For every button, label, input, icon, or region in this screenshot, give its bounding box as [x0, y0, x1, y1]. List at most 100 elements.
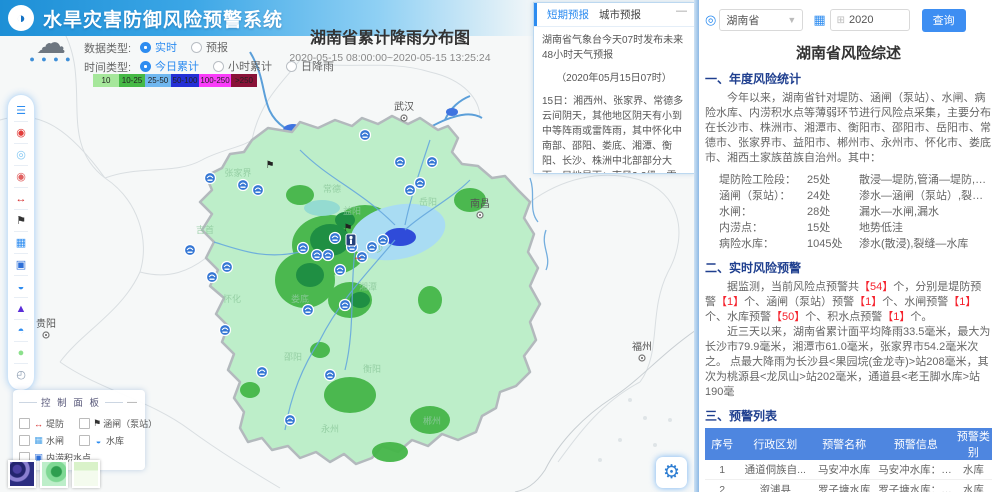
radio-time-type-1[interactable]: 小时累计 [213, 58, 272, 74]
reservoir-marker-icon[interactable] [257, 367, 268, 378]
stat-label: 病险水库： [705, 236, 807, 252]
checkbox[interactable] [19, 435, 30, 446]
radio-time-type-2[interactable]: 日降雨 [286, 58, 334, 74]
dike-icon[interactable]: ↔ [8, 188, 34, 209]
radio-icon [191, 42, 202, 53]
reservoir-marker-icon[interactable] [205, 173, 216, 184]
region-select[interactable]: 湖南省 ▼ [719, 9, 803, 31]
reservoir-marker-icon[interactable] [312, 250, 323, 261]
svg-text:武汉: 武汉 [394, 100, 414, 113]
table-cell: 2 [705, 480, 739, 492]
collapse-panel-button[interactable]: — [127, 397, 139, 408]
sluice-icon: ▦ [33, 435, 44, 446]
layer-toggle-dike[interactable]: ↔堤防 [19, 417, 79, 430]
checkbox[interactable] [79, 418, 90, 429]
layers-icon[interactable]: ☰ [8, 100, 34, 121]
year-input[interactable]: ⊞ 2020 [830, 9, 910, 31]
dike-icon: ↔ [33, 419, 44, 429]
collapse-forecast-button[interactable]: — [676, 5, 687, 17]
settings-gear-button[interactable]: ⚙ [656, 457, 687, 488]
radio-icon [140, 61, 151, 72]
layer-toggle-culvert-pump[interactable]: ⚑涵闸（泵站） [79, 417, 139, 430]
reservoir-icon[interactable]: ◒ [8, 276, 34, 297]
radio-time-type-0[interactable]: 今日累计 [140, 58, 199, 74]
paragraph-text: 个、积水点预警 [805, 311, 882, 323]
triangle-icon[interactable]: ▲ [8, 298, 34, 319]
active-tab-accent [534, 3, 537, 26]
map-canvas[interactable]: 张家界常德岳阳吉首益阳长沙娄底怀化湘潭邵阳衡阳永州郴州 ⚑⚑↔ 武汉重庆贵阳南昌… [0, 0, 696, 492]
region-label: 吉首 [196, 224, 214, 235]
alarm-icon[interactable]: ◉ [8, 122, 34, 143]
basemap-thumb-light[interactable] [72, 460, 100, 488]
reservoir-marker-icon[interactable] [185, 245, 196, 256]
layer-label: 堤防 [46, 417, 64, 430]
warning-count: 【50】 [771, 311, 805, 323]
waterlogging-icon[interactable]: ▣ [8, 254, 34, 275]
reservoir-marker-icon[interactable] [298, 243, 309, 254]
green-dot-icon[interactable]: ● [8, 342, 34, 363]
reservoir-marker-icon[interactable] [303, 305, 314, 316]
reservoir-marker-icon[interactable] [378, 235, 389, 246]
paragraph-text: 个、水库预警 [705, 311, 771, 323]
paragraph-text: 个、涵闸（泵站）预警 [744, 296, 854, 308]
table-cell: 水库 [955, 480, 992, 492]
clock-icon[interactable]: ◴ [8, 364, 34, 385]
stat-desc: 渗水(散浸),裂缝—水库 [859, 236, 992, 252]
radio-data-type-0[interactable]: 实时 [140, 39, 177, 55]
forecast-line: （2020年05月15日07时） [542, 71, 686, 86]
reservoir-marker-icon[interactable] [253, 185, 264, 196]
flag-icon[interactable]: ⚑ [8, 210, 34, 231]
table-row[interactable]: 1通道侗族自...马安冲水库马安冲水库：2020-...水库 [705, 460, 992, 480]
forecast-tabs: 短期预报 城市预报 — [534, 3, 694, 27]
stat-row: 堤防险工险段：25处散浸—堤防,管涌—堤防,滑坡—堤防,... [705, 172, 992, 188]
circle-ring-icon[interactable]: ◎ [8, 144, 34, 165]
table-header-cell: 预警信息 [877, 428, 954, 460]
layer-toggle-reservoir[interactable]: ◒水库 [79, 434, 139, 447]
reservoir-marker-icon[interactable] [340, 300, 351, 311]
control-panel-title: 控 制 面 板 [41, 395, 101, 409]
table-header-cell: 行政区划 [739, 428, 811, 460]
query-controls: ◎ 湖南省 ▼ ▦ ⊞ 2020 查询 [705, 8, 992, 32]
legend-segment: 25-50 [145, 74, 171, 87]
paragraph-text: 个。 [910, 311, 932, 323]
reservoir-marker-icon[interactable] [415, 178, 426, 189]
sluice-icon[interactable]: ▦ [8, 232, 34, 253]
reservoir-marker-icon[interactable] [323, 250, 334, 261]
flag-marker-icon[interactable]: ⚑ [344, 223, 353, 234]
flag-marker-icon[interactable]: ⚑ [266, 160, 275, 171]
reservoir-marker-icon[interactable] [360, 130, 371, 141]
reservoir-marker-icon[interactable] [207, 272, 218, 283]
layer-toggle-sluice[interactable]: ▦水闸 [19, 434, 79, 447]
chevron-down-icon: ▼ [787, 15, 796, 25]
reservoir-marker-icon[interactable] [405, 185, 416, 196]
reservoir-marker-icon[interactable] [220, 325, 231, 336]
reservoir-marker-icon[interactable] [222, 262, 233, 273]
table-cell: 通道侗族自... [739, 460, 811, 480]
basemap-thumb-dark[interactable] [8, 460, 36, 488]
checkbox[interactable] [79, 435, 90, 446]
waterlogging-marker-icon[interactable] [346, 234, 356, 246]
half-circle-icon[interactable]: ◓ [8, 320, 34, 341]
query-button[interactable]: 查询 [922, 9, 966, 32]
table-row[interactable]: 2溆浦县罗子塘水库罗子塘水库：2020-...水库 [705, 480, 992, 492]
region-label: 张家界 [224, 167, 251, 178]
basemap-thumb-green[interactable] [40, 460, 68, 488]
reservoir-marker-icon[interactable] [330, 233, 341, 244]
dike-marker-icon[interactable]: ↔ [353, 252, 363, 263]
radio-data-type-1[interactable]: 预报 [191, 39, 228, 55]
tab-city-forecast[interactable]: 城市预报 [599, 7, 641, 22]
stat-row: 涵闸（泵站）：24处渗水—涵闸（泵站）,裂缝—涵闸（... [705, 188, 992, 204]
app-title: 水旱灾害防御风险预警系统 [43, 5, 283, 32]
reservoir-marker-icon[interactable] [395, 157, 406, 168]
tab-short-term-forecast[interactable]: 短期预报 [547, 7, 589, 22]
reservoir-marker-icon[interactable] [325, 370, 336, 381]
checkbox[interactable] [19, 418, 30, 429]
layer-checkbox-list: ↔堤防⚑涵闸（泵站）▦水闸◒水库▣内涝积水点 [19, 413, 139, 464]
reservoir-marker-icon[interactable] [367, 242, 378, 253]
reservoir-marker-icon[interactable] [285, 415, 296, 426]
target-icon[interactable]: ◉ [8, 166, 34, 187]
region-label: 衡阳 [363, 363, 381, 374]
reservoir-marker-icon[interactable] [427, 157, 438, 168]
reservoir-marker-icon[interactable] [335, 265, 346, 276]
reservoir-marker-icon[interactable] [238, 180, 249, 191]
